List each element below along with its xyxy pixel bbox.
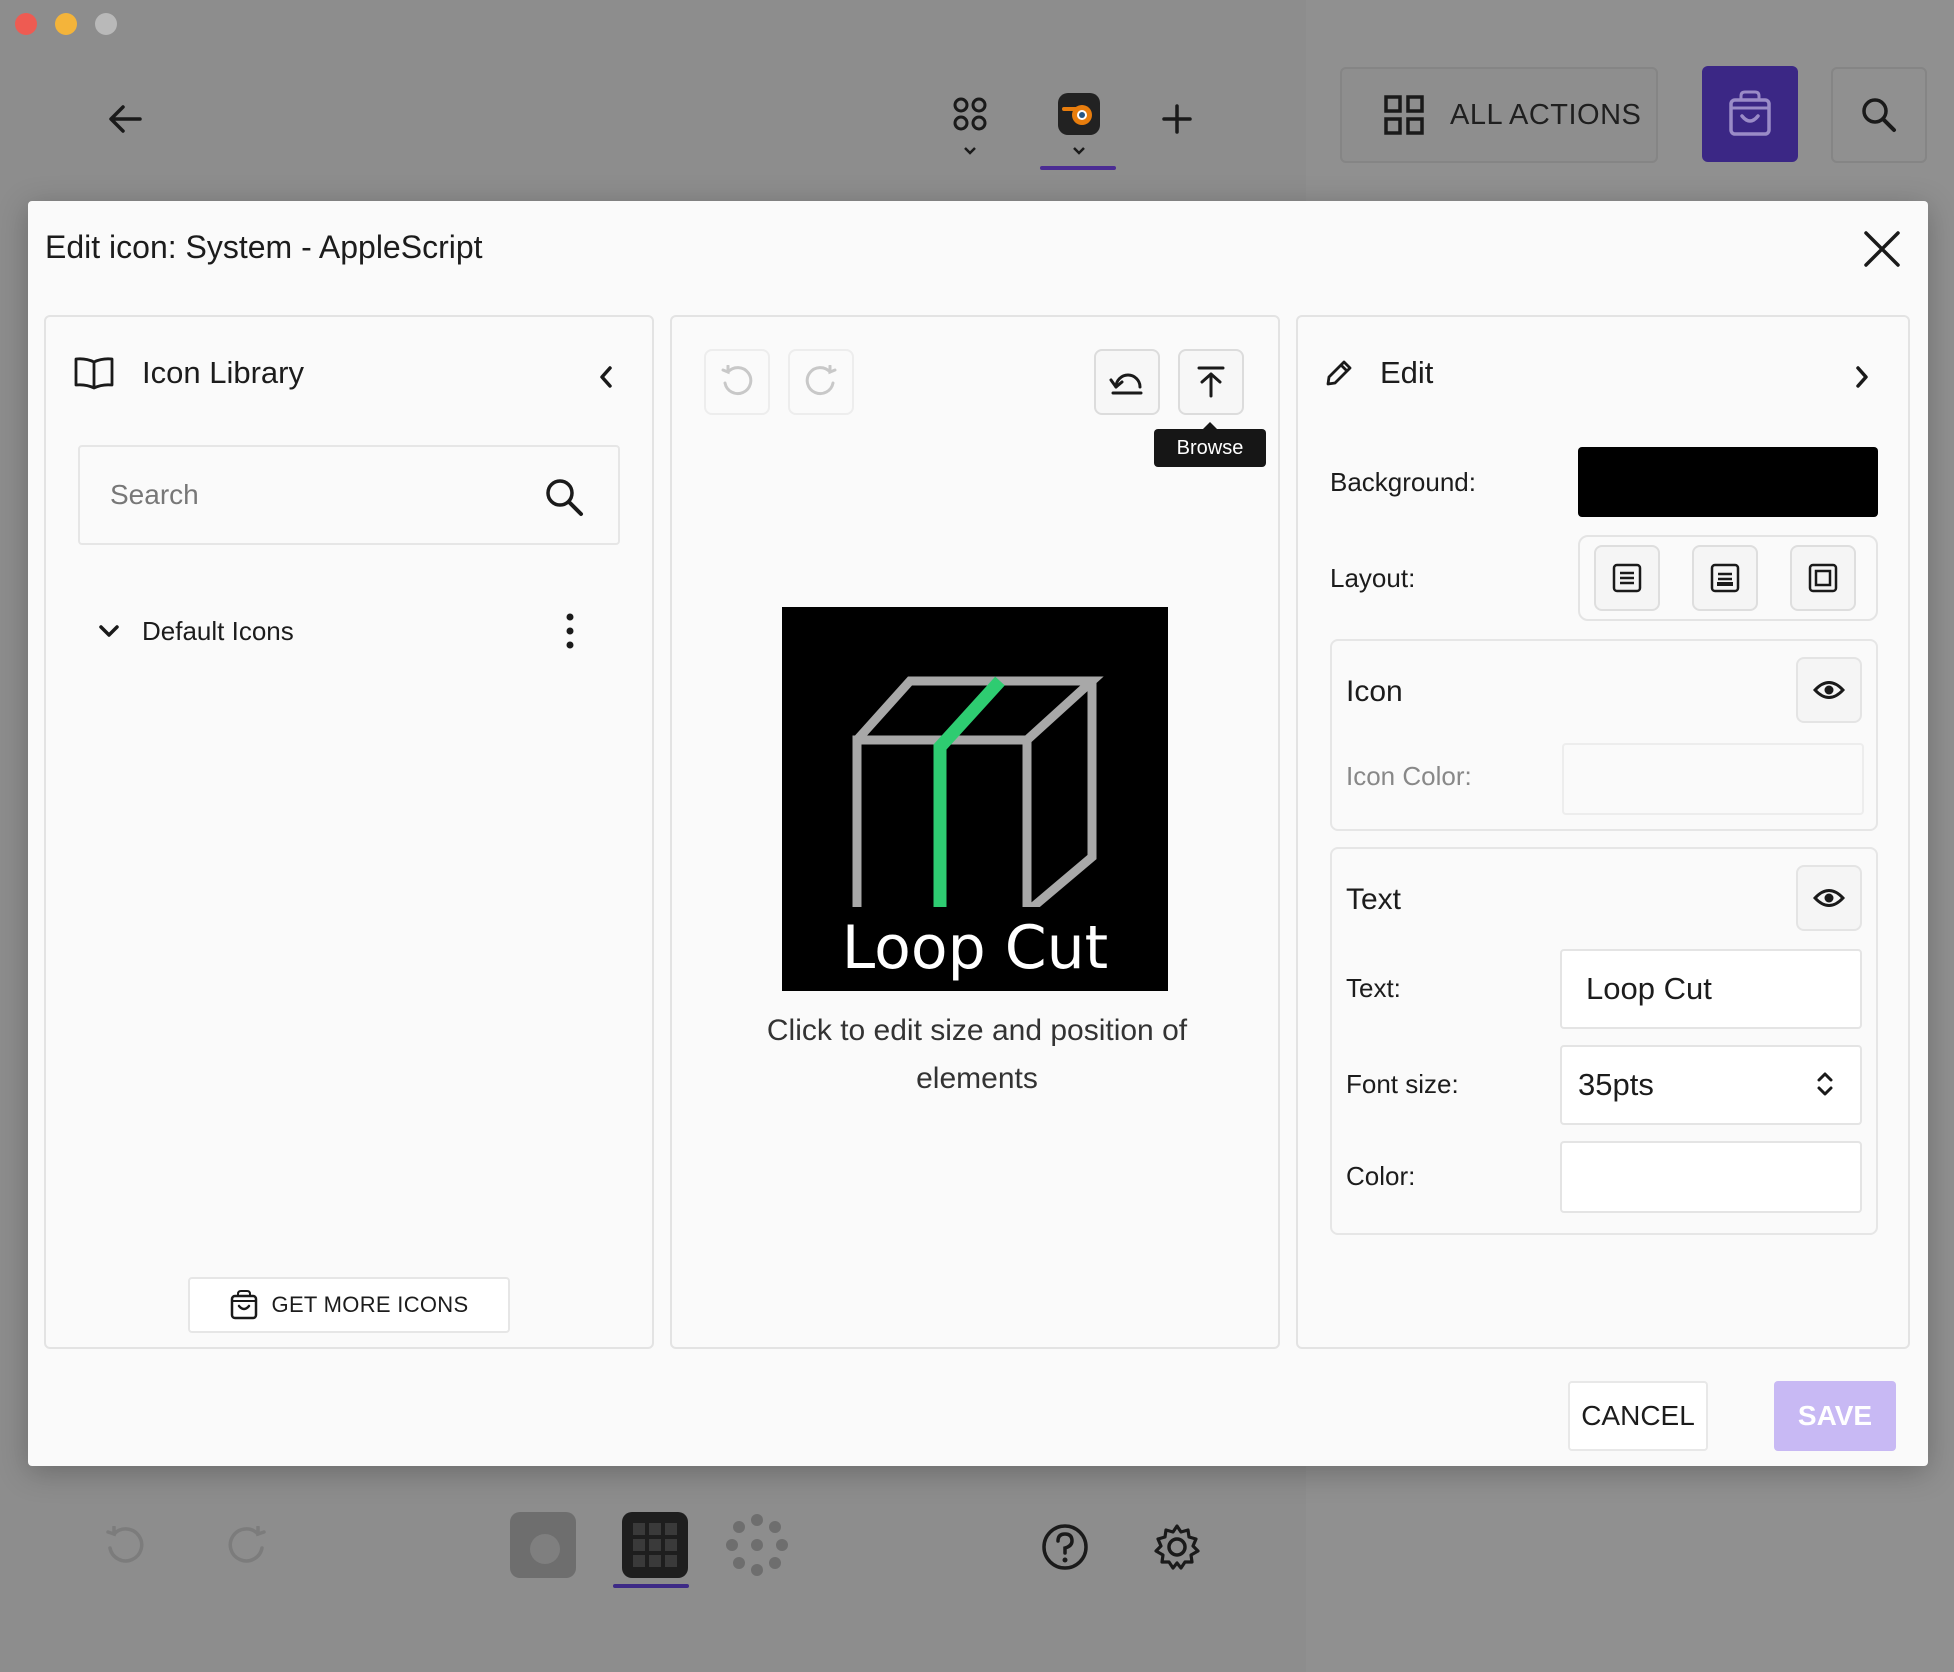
- get-more-icons-label: GET MORE ICONS: [271, 1292, 469, 1317]
- blender-app-icon[interactable]: [1058, 93, 1100, 135]
- global-search-button[interactable]: [1831, 67, 1927, 163]
- edit-header: Edit: [1324, 355, 1433, 391]
- layout-option-3[interactable]: [1790, 545, 1856, 611]
- font-size-value: 35pts: [1578, 1067, 1654, 1102]
- cancel-button[interactable]: CANCEL: [1568, 1381, 1708, 1451]
- icon-preview-canvas[interactable]: Loop Cut: [782, 607, 1168, 991]
- device-thumbnail-keys[interactable]: [510, 1512, 576, 1578]
- search-input[interactable]: [110, 447, 530, 543]
- icon-color-label: Icon Color:: [1346, 761, 1472, 791]
- layout-label: Layout:: [1330, 563, 1416, 593]
- edit-panel: Edit Background: Layout: Icon Icon Color…: [1296, 315, 1910, 1349]
- get-more-icons-button[interactable]: GET MORE ICONS: [188, 1277, 510, 1333]
- loop-cut-cube-icon: [841, 676, 1104, 937]
- icon-library-title: Icon Library: [142, 355, 304, 390]
- plus-icon[interactable]: [1162, 104, 1192, 134]
- all-actions-label: ALL ACTIONS: [1450, 98, 1642, 131]
- shopping-bag-icon: [230, 1290, 257, 1320]
- layout-icon: [1710, 563, 1740, 593]
- window-close-control[interactable]: [15, 13, 37, 35]
- layout-icon: [1612, 563, 1642, 593]
- browse-upload-button[interactable]: [1178, 349, 1244, 415]
- icon-color-field: [1562, 743, 1864, 815]
- icon-visibility-toggle[interactable]: [1796, 657, 1862, 723]
- eye-icon: [1813, 681, 1845, 699]
- book-icon: [74, 357, 114, 390]
- text-input[interactable]: [1562, 951, 1860, 1027]
- window-minimize-control[interactable]: [55, 13, 77, 35]
- icon-library-panel: Icon Library Default Icons: [44, 315, 654, 1349]
- shopping-bag-icon: [1729, 90, 1771, 136]
- text-section-title: Text: [1346, 883, 1402, 916]
- font-size-label: Font size:: [1346, 1069, 1459, 1099]
- more-options-icon[interactable]: [564, 613, 576, 649]
- chevron-down-icon[interactable]: [98, 624, 120, 638]
- all-actions-button[interactable]: ALL ACTIONS: [1340, 67, 1658, 163]
- collapse-chevron-left-icon[interactable]: [598, 365, 614, 389]
- preview-label: Loop Cut: [841, 913, 1109, 983]
- store-button[interactable]: [1702, 66, 1798, 162]
- text-section: Text Text: Font size: 35pts Color:: [1330, 847, 1878, 1235]
- text-color-field[interactable]: [1560, 1141, 1862, 1213]
- icon-library-header: Icon Library: [74, 355, 304, 391]
- up-down-chevron-icon: [1817, 1072, 1833, 1096]
- eye-icon: [1813, 889, 1845, 907]
- layout-options: [1578, 535, 1878, 621]
- active-tab-indicator: [1040, 166, 1116, 170]
- icon-search-field[interactable]: [78, 445, 620, 545]
- search-icon: [1862, 98, 1896, 132]
- icon-section-title: Icon: [1346, 675, 1403, 708]
- undo-icon[interactable]: [104, 1526, 146, 1568]
- redo-button[interactable]: [788, 349, 854, 415]
- text-visibility-toggle[interactable]: [1796, 865, 1862, 931]
- background-label: Background:: [1330, 467, 1476, 497]
- save-button[interactable]: SAVE: [1774, 1381, 1896, 1451]
- selected-device-indicator: [613, 1584, 689, 1588]
- help-icon[interactable]: [1040, 1522, 1090, 1572]
- browse-tooltip: Browse: [1154, 422, 1266, 467]
- dial-device-icon[interactable]: [724, 1512, 790, 1578]
- layout-option-1[interactable]: [1594, 545, 1660, 611]
- window-zoom-control[interactable]: [95, 13, 117, 35]
- back-arrow-icon[interactable]: [108, 104, 142, 134]
- app-grid-icon[interactable]: [952, 96, 988, 162]
- undo-button[interactable]: [704, 349, 770, 415]
- default-icons-group[interactable]: Default Icons: [98, 609, 588, 653]
- edit-title: Edit: [1380, 355, 1434, 390]
- upload-icon: [1197, 366, 1225, 398]
- search-icon[interactable]: [544, 477, 584, 517]
- pencil-icon: [1326, 360, 1352, 386]
- redo-icon: [805, 365, 837, 396]
- close-icon[interactable]: [1860, 227, 1904, 271]
- icon-canvas-panel: Browse Loop Cut Click to edit size and p…: [670, 315, 1280, 1349]
- font-size-select[interactable]: 35pts: [1560, 1045, 1862, 1125]
- background-color-swatch[interactable]: [1578, 447, 1878, 517]
- redo-icon[interactable]: [226, 1526, 268, 1568]
- device-thumbnail-grid[interactable]: [622, 1512, 688, 1578]
- reset-button[interactable]: [1094, 349, 1160, 415]
- edit-hint: Click to edit size and position of eleme…: [766, 1014, 1188, 1095]
- undo-icon: [721, 365, 753, 396]
- layout-option-2[interactable]: [1692, 545, 1758, 611]
- text-label: Text:: [1346, 973, 1401, 1003]
- layout-icon: [1808, 563, 1838, 593]
- expand-chevron-right-icon[interactable]: [1854, 365, 1870, 389]
- group-label: Default Icons: [142, 615, 294, 646]
- icon-section: Icon Icon Color:: [1330, 639, 1878, 831]
- grid-icon: [1384, 95, 1424, 135]
- dialog-title: Edit icon: System - AppleScript: [45, 229, 483, 265]
- edit-icon-dialog: Edit icon: System - AppleScript Icon Lib…: [28, 201, 1928, 1466]
- reset-arrow-icon: [1109, 373, 1143, 395]
- settings-gear-icon[interactable]: [1152, 1522, 1202, 1572]
- text-field[interactable]: [1560, 949, 1862, 1029]
- text-color-label: Color:: [1346, 1161, 1416, 1191]
- chevron-down-icon[interactable]: [1072, 146, 1086, 156]
